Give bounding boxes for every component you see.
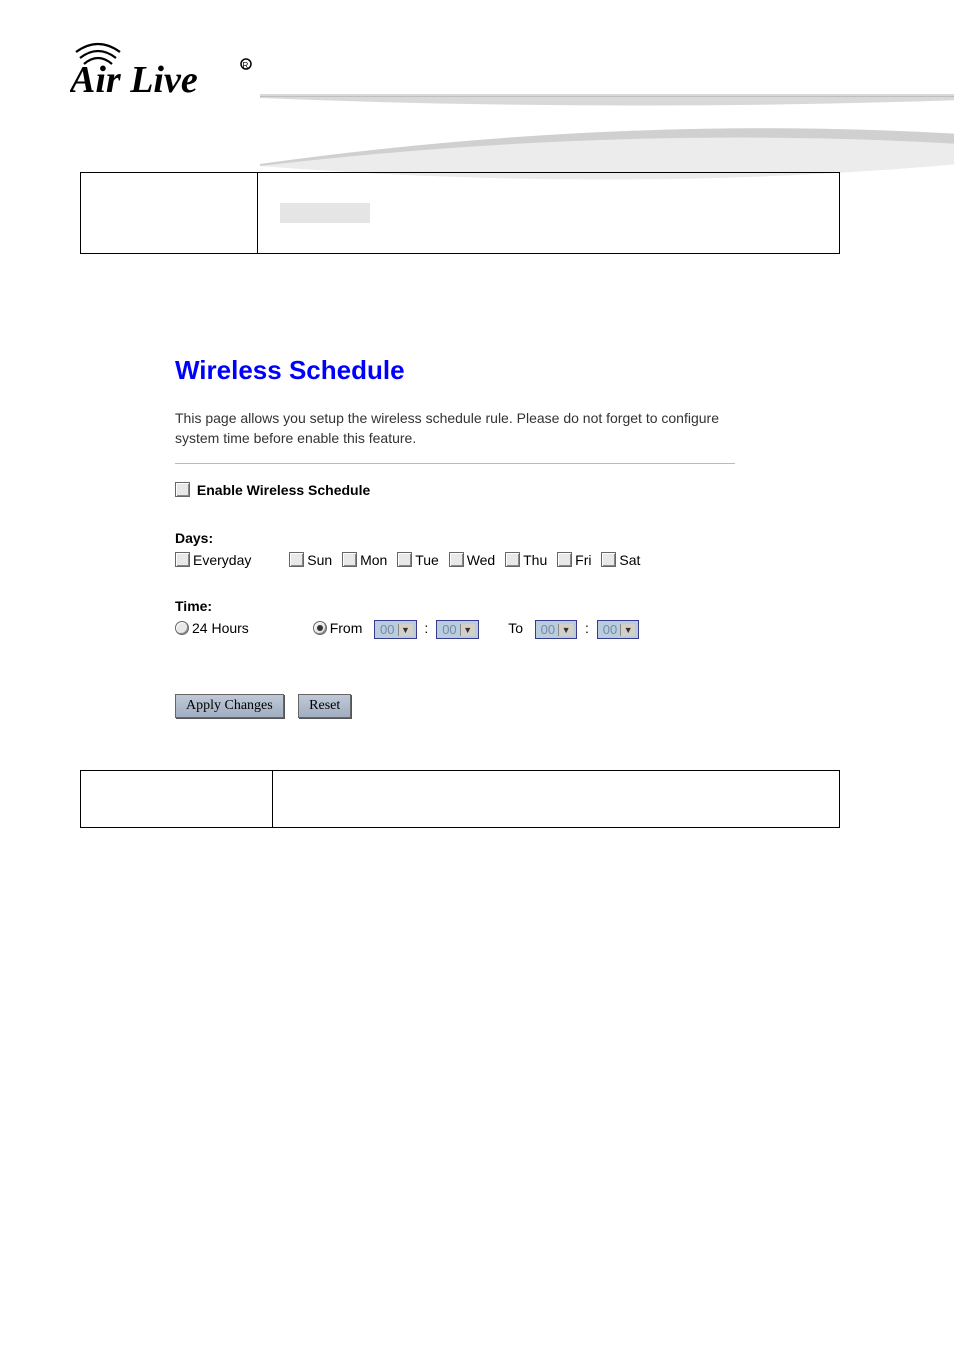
day-mon-label: Mon: [360, 552, 387, 568]
chevron-down-icon: ▼: [460, 624, 475, 636]
brand-logo: Air Live R: [70, 32, 270, 104]
everyday-label: Everyday: [193, 552, 251, 568]
chevron-down-icon: ▼: [398, 624, 413, 636]
info-table-top-cell-left: [81, 173, 258, 254]
day-thu-checkbox[interactable]: [505, 552, 520, 567]
info-table-bottom-cell-right: [273, 771, 840, 828]
wireless-schedule-panel: Wireless Schedule This page allows you s…: [175, 355, 815, 718]
grey-placeholder-bar: [280, 203, 370, 223]
chevron-down-icon: ▼: [620, 624, 635, 636]
info-table-top: [80, 172, 840, 254]
enable-row: Enable Wireless Schedule: [175, 482, 815, 498]
info-table-bottom-cell-left: [81, 771, 273, 828]
24hours-radio[interactable]: [175, 621, 189, 635]
time-separator: :: [420, 620, 432, 636]
enable-label: Enable Wireless Schedule: [197, 482, 370, 498]
time-separator: :: [581, 620, 593, 636]
reset-button[interactable]: Reset: [298, 694, 351, 718]
everyday-checkbox[interactable]: [175, 552, 190, 567]
to-min-select[interactable]: 00▼: [597, 620, 639, 639]
day-mon-checkbox[interactable]: [342, 552, 357, 567]
from-min-select[interactable]: 00▼: [436, 620, 478, 639]
enable-checkbox[interactable]: [175, 482, 190, 497]
day-thu-label: Thu: [523, 552, 547, 568]
day-wed-label: Wed: [467, 552, 496, 568]
svg-text:Air Live: Air Live: [70, 59, 198, 101]
from-radio[interactable]: [313, 621, 327, 635]
info-table-bottom: [80, 770, 840, 828]
apply-changes-button[interactable]: Apply Changes: [175, 694, 284, 718]
days-heading: Days:: [175, 530, 815, 546]
from-hour-select[interactable]: 00▼: [374, 620, 416, 639]
from-label: From: [330, 620, 363, 636]
to-hour-select[interactable]: 00▼: [535, 620, 577, 639]
day-sun-checkbox[interactable]: [289, 552, 304, 567]
24hours-label: 24 Hours: [192, 620, 249, 636]
panel-description: This page allows you setup the wireless …: [175, 408, 735, 464]
panel-title: Wireless Schedule: [175, 355, 815, 386]
day-fri-label: Fri: [575, 552, 591, 568]
info-table-top-cell-right: [258, 173, 840, 254]
day-sat-checkbox[interactable]: [601, 552, 616, 567]
svg-text:R: R: [243, 61, 249, 70]
time-heading: Time:: [175, 598, 815, 614]
day-tue-checkbox[interactable]: [397, 552, 412, 567]
day-sat-label: Sat: [619, 552, 640, 568]
day-tue-label: Tue: [415, 552, 439, 568]
day-sun-label: Sun: [307, 552, 332, 568]
day-wed-checkbox[interactable]: [449, 552, 464, 567]
day-fri-checkbox[interactable]: [557, 552, 572, 567]
chevron-down-icon: ▼: [558, 624, 573, 636]
to-label: To: [508, 620, 523, 636]
